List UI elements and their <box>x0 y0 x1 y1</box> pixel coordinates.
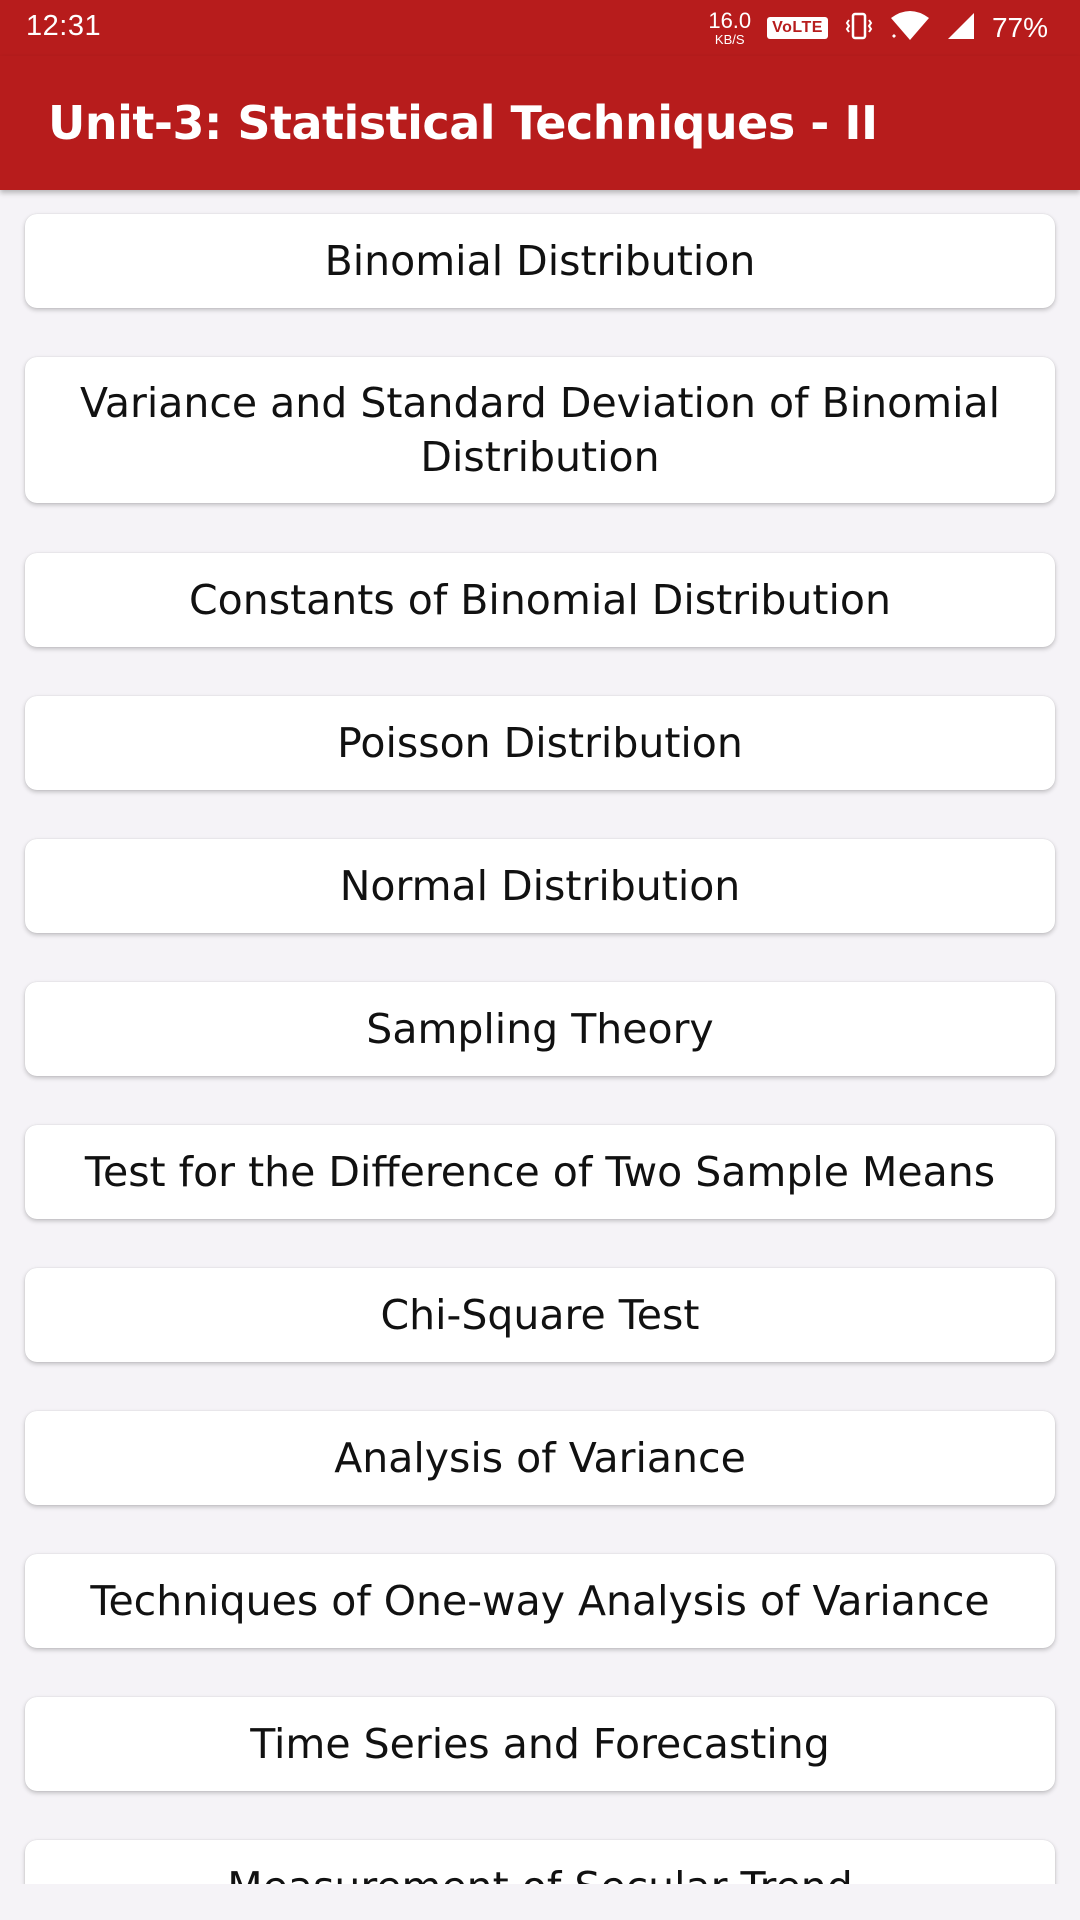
bottom-edge <box>0 1884 1080 1920</box>
topic-card[interactable]: Time Series and Forecasting <box>25 1697 1055 1791</box>
page-title: Unit-3: Statistical Techniques - II <box>48 96 878 150</box>
network-speed: 16.0 KB/S <box>708 8 752 47</box>
topic-card[interactable]: Poisson Distribution <box>25 696 1055 790</box>
topic-card[interactable]: Chi-Square Test <box>25 1268 1055 1362</box>
topic-card[interactable]: Normal Distribution <box>25 839 1055 933</box>
network-speed-value: 16.0 <box>708 8 752 33</box>
cell-signal-icon <box>946 11 976 45</box>
status-icons: 16.0 KB/S VoLTE 77% <box>708 6 1048 50</box>
app-bar: Unit-3: Statistical Techniques - II <box>0 56 1080 190</box>
topic-card[interactable]: Constants of Binomial Distribution <box>25 553 1055 647</box>
wifi-icon <box>890 10 930 46</box>
status-bar: 12:31 16.0 KB/S VoLTE 77% <box>0 0 1080 56</box>
topic-card[interactable]: Measurement of Secular Trend <box>25 1840 1055 1884</box>
topic-card[interactable]: Test for the Difference of Two Sample Me… <box>25 1125 1055 1219</box>
topic-card[interactable]: Analysis of Variance <box>25 1411 1055 1505</box>
topic-card[interactable]: Binomial Distribution <box>25 214 1055 308</box>
topic-list[interactable]: Binomial Distribution Variance and Stand… <box>0 190 1080 1884</box>
battery-level: 77% <box>991 12 1048 43</box>
topic-card[interactable]: Techniques of One-way Analysis of Varian… <box>25 1554 1055 1648</box>
volte-badge: VoLTE <box>767 17 828 39</box>
topic-card[interactable]: Sampling Theory <box>25 982 1055 1076</box>
network-speed-unit: KB/S <box>714 32 745 47</box>
vibrate-icon <box>844 11 874 45</box>
topic-card[interactable]: Variance and Standard Deviation of Binom… <box>25 357 1055 503</box>
status-time: 12:31 <box>26 10 102 42</box>
